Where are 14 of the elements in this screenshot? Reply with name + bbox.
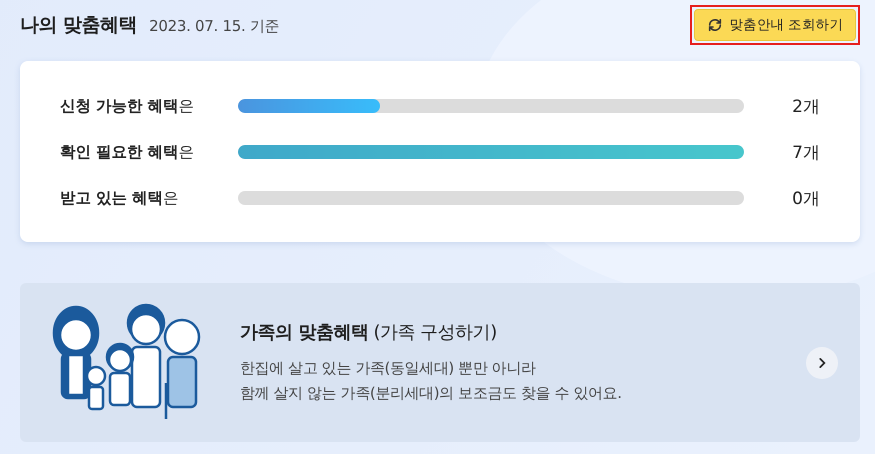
section-title: 나의 맞춤혜택 <box>20 13 138 38</box>
benefit-count: 2개 <box>791 96 820 118</box>
benefit-label: 받고 있는 혜택은 <box>60 188 180 208</box>
benefit-count: 0개 <box>791 188 820 210</box>
benefit-count: 7개 <box>791 142 820 164</box>
next-button[interactable] <box>806 346 838 378</box>
family-benefit-title: 가족의 맞춤혜택 (가족 구성하기) <box>240 320 498 344</box>
date-label: 2023. 07. 15. 기준 <box>149 17 280 36</box>
family-description: 함께 살지 않는 가족(분리세대)의 보조금도 찾을 수 있어요. <box>240 382 623 404</box>
benefit-label: 확인 필요한 혜택은 <box>60 142 195 162</box>
benefit-label: 신청 가능한 혜택은 <box>60 96 195 116</box>
lookup-button[interactable]: 맞춤안내 조회하기 <box>694 9 856 41</box>
family-description: 한집에 살고 있는 가족(동일세대) 뿐만 아니라 <box>240 358 537 378</box>
refresh-icon <box>707 17 724 33</box>
